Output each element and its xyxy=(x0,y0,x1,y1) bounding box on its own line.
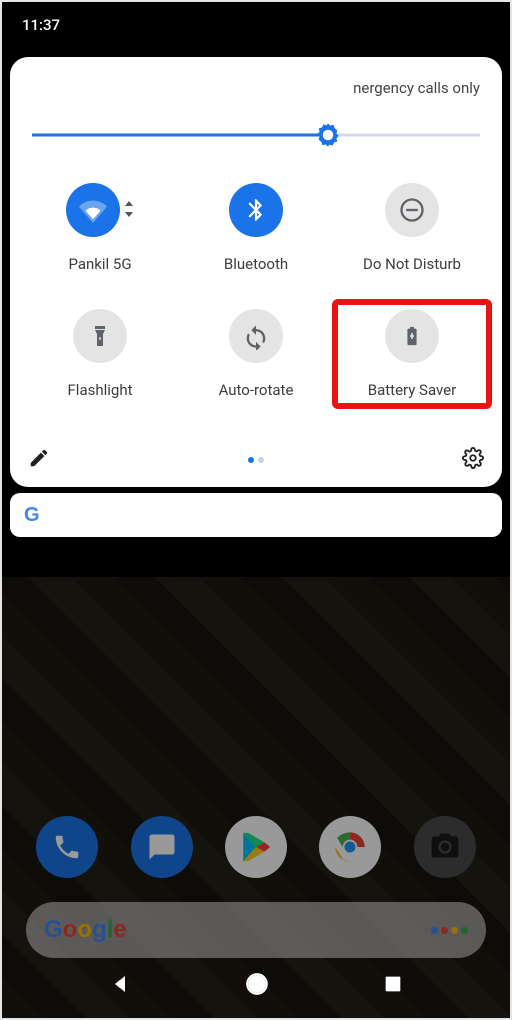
brightness-slider[interactable] xyxy=(32,125,480,145)
tile-label: Auto-rotate xyxy=(219,381,294,399)
tile-label: Bluetooth xyxy=(224,255,288,273)
pager-dot xyxy=(248,457,254,463)
status-time: 11:37 xyxy=(22,16,60,34)
gear-icon[interactable] xyxy=(462,447,484,473)
home-dim-overlay xyxy=(2,577,510,1018)
tile-label: Flashlight xyxy=(68,381,133,399)
dnd-icon[interactable] xyxy=(385,183,439,237)
recents-button[interactable] xyxy=(382,973,404,999)
device-frame: 11:37 Google xyxy=(2,2,510,1018)
tile-wifi[interactable]: Pankil 5G xyxy=(22,175,178,281)
tile-label: Do Not Disturb xyxy=(363,255,461,273)
tile-autorotate[interactable]: Auto-rotate xyxy=(178,301,334,407)
expand-caret-icon[interactable] xyxy=(124,201,134,220)
tiles-grid: Pankil 5G Bluetooth Do Not Disturb Flashlig… xyxy=(22,175,490,407)
flashlight-icon[interactable] xyxy=(73,309,127,363)
pager-dot xyxy=(258,457,264,463)
battery-icon[interactable] xyxy=(385,309,439,363)
tile-label: Pankil 5G xyxy=(68,255,131,273)
wifi-icon[interactable] xyxy=(66,183,120,237)
navigation-bar xyxy=(2,962,510,1010)
back-button[interactable] xyxy=(108,972,132,1000)
tile-bluetooth[interactable]: Bluetooth xyxy=(178,175,334,281)
home-button[interactable] xyxy=(244,971,270,1001)
quick-settings-panel: nergency calls only Pankil 5G Bluetooth Do… xyxy=(10,57,502,487)
panel-footer xyxy=(22,435,490,473)
network-status-text: nergency calls only xyxy=(22,75,490,125)
brightness-thumb-icon[interactable] xyxy=(314,121,342,149)
tile-flashlight[interactable]: Flashlight xyxy=(22,301,178,407)
home-screen: Google xyxy=(2,577,510,1018)
tile-battery[interactable]: Battery Saver xyxy=(334,301,490,407)
rotate-icon[interactable] xyxy=(229,309,283,363)
page-indicator xyxy=(248,457,264,463)
status-bar: 11:37 xyxy=(2,2,510,47)
tile-dnd[interactable]: Do Not Disturb xyxy=(334,175,490,281)
edit-icon[interactable] xyxy=(28,447,50,473)
slider-active xyxy=(32,134,328,137)
bluetooth-icon[interactable] xyxy=(229,183,283,237)
google-search-card[interactable]: G xyxy=(10,493,502,537)
google-g-icon: G xyxy=(24,504,40,527)
tile-label: Battery Saver xyxy=(368,381,456,399)
